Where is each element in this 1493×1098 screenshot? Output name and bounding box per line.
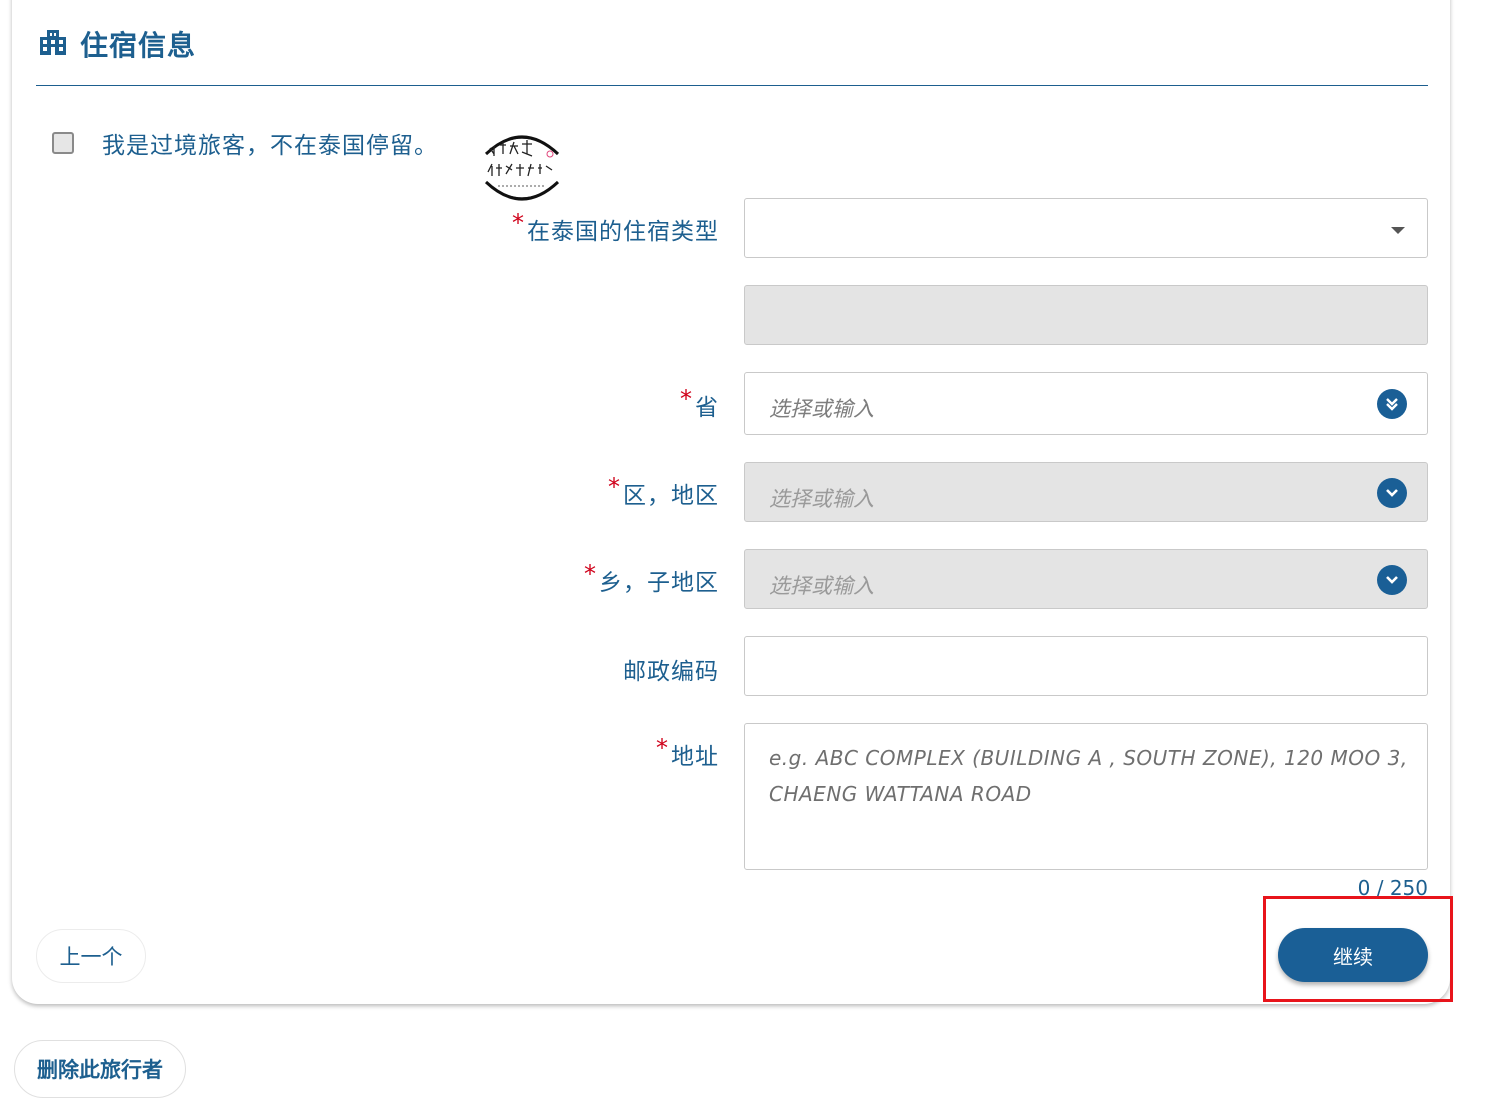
transit-checkbox-row[interactable]: 我是过境旅客，不在泰国停留。	[52, 126, 438, 160]
delete-traveler-button[interactable]: 删除此旅行者	[14, 1040, 186, 1098]
district-placeholder: 选择或输入	[769, 487, 874, 511]
section-header: 住宿信息	[38, 24, 196, 64]
stamp-logo	[480, 124, 564, 210]
building-icon	[38, 27, 68, 61]
postal-code-input[interactable]	[744, 636, 1428, 696]
province-placeholder: 选择或输入	[769, 397, 874, 421]
previous-button[interactable]: 上一个	[36, 929, 146, 983]
highlight-annotation	[1263, 896, 1453, 1002]
chevron-down-icon[interactable]	[1377, 478, 1407, 508]
caret-down-icon	[1391, 227, 1405, 234]
title-divider	[36, 85, 1428, 86]
accommodation-name-field	[744, 285, 1428, 345]
subdistrict-placeholder: 选择或输入	[769, 574, 874, 598]
province-select[interactable]: 选择或输入	[744, 372, 1428, 435]
district-label: *区，地区	[608, 473, 719, 509]
subdistrict-label: *乡，子地区	[584, 560, 719, 596]
transit-label: 我是过境旅客，不在泰国停留。	[102, 133, 438, 159]
address-placeholder: e.g. ABC COMPLEX (BUILDING A , SOUTH ZON…	[769, 746, 1408, 806]
transit-checkbox[interactable]	[52, 132, 74, 154]
province-label: *省	[680, 385, 719, 421]
district-select[interactable]: 选择或输入	[744, 462, 1428, 522]
subdistrict-select[interactable]: 选择或输入	[744, 549, 1428, 609]
address-label: *地址	[656, 734, 719, 770]
postal-code-label: 邮政编码	[623, 659, 719, 685]
accommodation-type-select[interactable]	[744, 198, 1428, 258]
address-textarea[interactable]: e.g. ABC COMPLEX (BUILDING A , SOUTH ZON…	[744, 723, 1428, 870]
chevron-down-icon[interactable]	[1377, 565, 1407, 595]
accommodation-type-label: *在泰国的住宿类型	[512, 209, 719, 245]
section-title: 住宿信息	[80, 29, 197, 62]
chevron-down-icon[interactable]	[1377, 389, 1407, 419]
